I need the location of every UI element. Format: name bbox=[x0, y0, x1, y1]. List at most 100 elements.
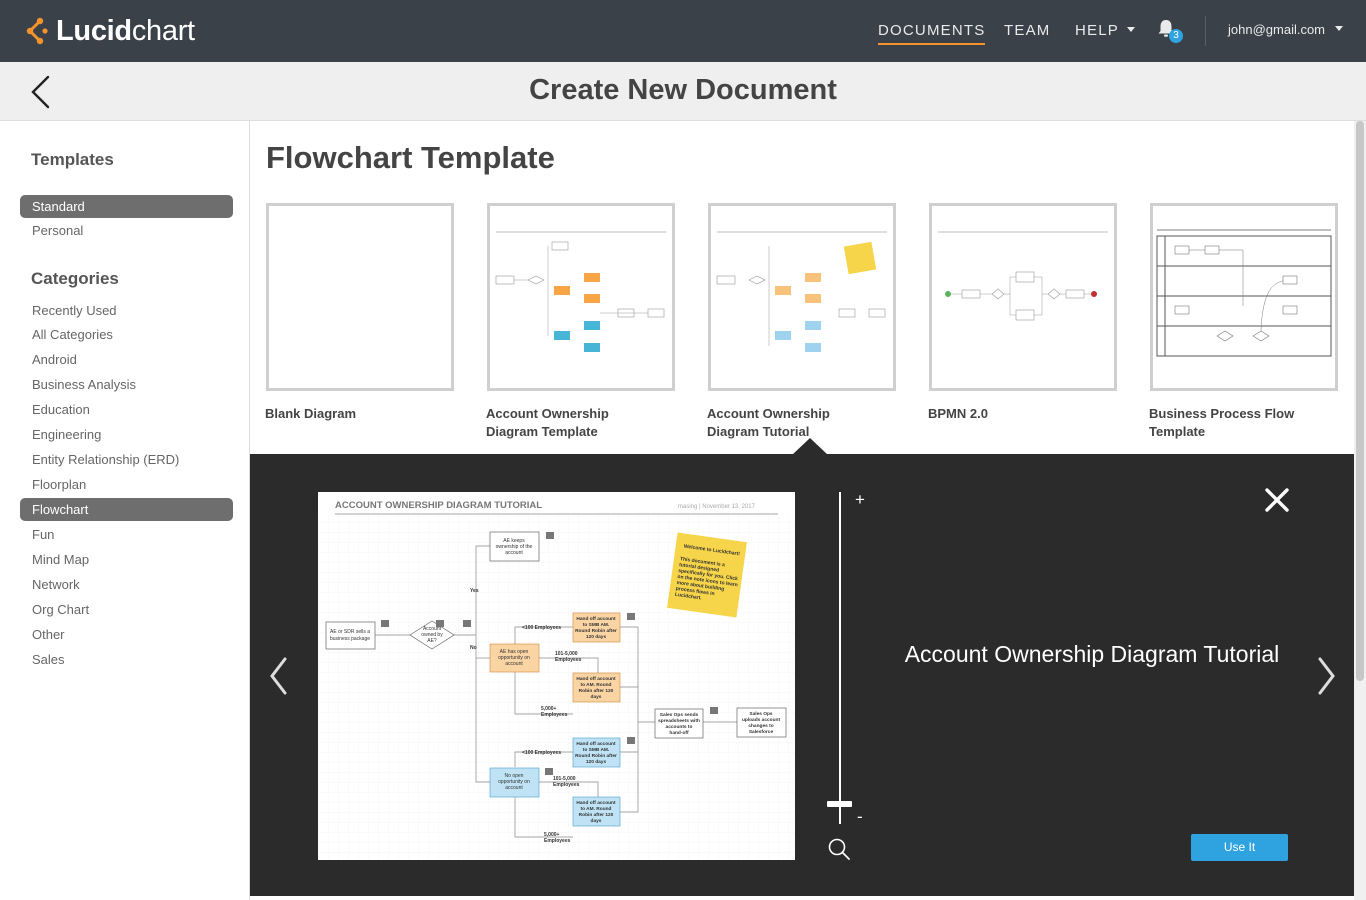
template-card-account-ownership-template[interactable] bbox=[487, 203, 675, 391]
page-header: Create New Document bbox=[0, 62, 1366, 121]
user-email: john@gmail.com bbox=[1228, 22, 1326, 37]
selection-pointer bbox=[792, 438, 828, 455]
preview-diagram-image[interactable]: ACCOUNT OWNERSHIP DIAGRAM TUTORIAL masin… bbox=[318, 492, 795, 860]
user-menu[interactable]: john@gmail.com bbox=[1228, 22, 1344, 37]
diagram-meta: masing | November 13, 2017 bbox=[678, 504, 756, 510]
top-navbar: Lucidchart DOCUMENTS TEAM HELP 3 john@gm… bbox=[0, 0, 1366, 62]
category-engineering[interactable]: Engineering bbox=[20, 423, 233, 446]
template-label[interactable]: Business Process Flow Template bbox=[1149, 405, 1339, 441]
category-mind-map[interactable]: Mind Map bbox=[20, 548, 233, 571]
template-card-business-process-flow[interactable] bbox=[1150, 203, 1338, 391]
category-org-chart[interactable]: Org Chart bbox=[20, 598, 233, 621]
am-b-label: Hand off account bbox=[576, 800, 616, 806]
smb-label-4: 120 days bbox=[586, 634, 607, 640]
notification-badge: 3 bbox=[1169, 29, 1183, 43]
smb-label-3: Round Robin after bbox=[575, 628, 617, 634]
template-card-account-ownership-tutorial[interactable] bbox=[708, 203, 896, 391]
smb-b-label-4: 120 days bbox=[586, 759, 607, 765]
ops-label: Sales Ops sends bbox=[660, 712, 699, 718]
category-flowchart[interactable]: Flowchart bbox=[20, 498, 233, 521]
branch-lt100: <100 Employees bbox=[522, 625, 561, 631]
template-label[interactable]: Blank Diagram bbox=[265, 405, 455, 423]
notifications-button[interactable]: 3 bbox=[1157, 19, 1187, 45]
sidebar-item-standard[interactable]: Standard bbox=[20, 195, 233, 218]
close-icon[interactable] bbox=[1263, 486, 1291, 514]
template-thumbnail bbox=[716, 231, 887, 352]
am-label-2: to AM. Round bbox=[581, 682, 612, 688]
no-opp-label-3: account bbox=[505, 785, 523, 791]
page-title: Create New Document bbox=[529, 74, 837, 106]
main-scrollbar[interactable] bbox=[1354, 121, 1366, 900]
smb-label-2: to SMB AM. bbox=[583, 622, 609, 628]
next-arrow-icon[interactable] bbox=[1316, 656, 1338, 696]
nav-team[interactable]: TEAM bbox=[1004, 22, 1050, 39]
nav-documents[interactable]: DOCUMENTS bbox=[878, 22, 986, 45]
category-fun[interactable]: Fun bbox=[20, 523, 233, 546]
template-label[interactable]: BPMN 2.0 bbox=[928, 405, 1118, 423]
preview-diagram: ACCOUNT OWNERSHIP DIAGRAM TUTORIAL masin… bbox=[318, 500, 795, 860]
logo-text-bold: Lucid bbox=[56, 14, 132, 47]
category-education[interactable]: Education bbox=[20, 398, 233, 421]
branch-mid-2: Employees bbox=[555, 657, 582, 663]
template-label-line: Account Ownership bbox=[486, 406, 609, 421]
sidebar-item-personal[interactable]: Personal bbox=[20, 219, 233, 242]
category-recently-used[interactable]: Recently Used bbox=[20, 299, 233, 322]
ops-label-2: spreadsheets with bbox=[658, 718, 700, 724]
keeps-label-3: account bbox=[505, 550, 523, 556]
scrollbar-thumb[interactable] bbox=[1356, 121, 1364, 681]
decision-label-3: AE? bbox=[427, 638, 437, 644]
template-thumbnail bbox=[1156, 229, 1332, 357]
template-card-blank-diagram[interactable] bbox=[266, 203, 454, 391]
am-b-label-3: Robin after 120 bbox=[579, 812, 614, 818]
preview-title: Account Ownership Diagram Tutorial bbox=[904, 641, 1280, 667]
template-label[interactable]: Account Ownership Diagram Tutorial bbox=[707, 405, 897, 441]
category-business-analysis[interactable]: Business Analysis bbox=[20, 373, 233, 396]
logo-text-light: chart bbox=[131, 14, 195, 47]
am-label-4: days bbox=[591, 694, 602, 700]
am-label-3: Robin after 120 bbox=[579, 688, 614, 694]
category-other[interactable]: Other bbox=[20, 623, 233, 646]
branch-gt5000-2: Employees bbox=[541, 712, 568, 718]
use-it-button[interactable]: Use It bbox=[1191, 834, 1288, 861]
start-box-label: AE or SDR sells a bbox=[330, 629, 370, 635]
category-sales[interactable]: Sales bbox=[20, 648, 233, 671]
template-label-line: Account Ownership bbox=[707, 406, 830, 421]
am-b-label-4: days bbox=[591, 818, 602, 824]
lucidchart-logo[interactable]: Lucidchart bbox=[24, 14, 195, 48]
section-title: Flowchart Template bbox=[266, 140, 555, 175]
category-floorplan[interactable]: Floorplan bbox=[20, 473, 233, 496]
am-label: Hand off account bbox=[576, 676, 616, 682]
has-opp-label-3: account bbox=[505, 661, 523, 667]
magnifier-icon[interactable] bbox=[827, 837, 851, 861]
category-network[interactable]: Network bbox=[20, 573, 233, 596]
previous-arrow-icon[interactable] bbox=[267, 656, 289, 696]
chevron-down-icon bbox=[1335, 26, 1344, 32]
category-erd[interactable]: Entity Relationship (ERD) bbox=[20, 448, 233, 471]
categories-heading: Categories bbox=[31, 269, 119, 288]
zoom-slider-track[interactable] bbox=[839, 492, 841, 824]
ops-label-4: hand-off bbox=[669, 730, 689, 736]
branch-gt5000-b-2: Employees bbox=[544, 838, 571, 844]
smb-b-label: Hand off account bbox=[576, 741, 616, 747]
am-b-label-2: to AM. Round bbox=[581, 806, 612, 812]
category-android[interactable]: Android bbox=[20, 348, 233, 371]
zoom-slider-handle[interactable] bbox=[827, 801, 852, 807]
nav-help[interactable]: HELP bbox=[1075, 22, 1135, 39]
sf-label-4: Salesforce bbox=[749, 729, 774, 735]
smb-label: Hand off account bbox=[576, 616, 616, 622]
template-label-line: Business Process Flow bbox=[1149, 406, 1295, 421]
sf-label-2: uploads account bbox=[742, 717, 781, 723]
zoom-out-label[interactable]: - bbox=[857, 807, 863, 827]
templates-heading: Templates bbox=[31, 150, 114, 169]
template-thumbnail bbox=[495, 231, 666, 352]
smb-b-label-2: to SMB AM. bbox=[583, 747, 609, 753]
ops-label-3: accounts to bbox=[666, 724, 693, 730]
template-thumbnail bbox=[938, 231, 1108, 321]
zoom-in-label[interactable]: + bbox=[855, 490, 865, 510]
template-label-line: Template bbox=[1149, 424, 1206, 439]
template-label-line: Diagram Template bbox=[486, 424, 598, 439]
sidebar: Templates Standard Personal Categories R… bbox=[0, 121, 250, 900]
template-card-bpmn[interactable] bbox=[929, 203, 1117, 391]
template-label[interactable]: Account Ownership Diagram Template bbox=[486, 405, 676, 441]
category-all-categories[interactable]: All Categories bbox=[20, 323, 233, 346]
